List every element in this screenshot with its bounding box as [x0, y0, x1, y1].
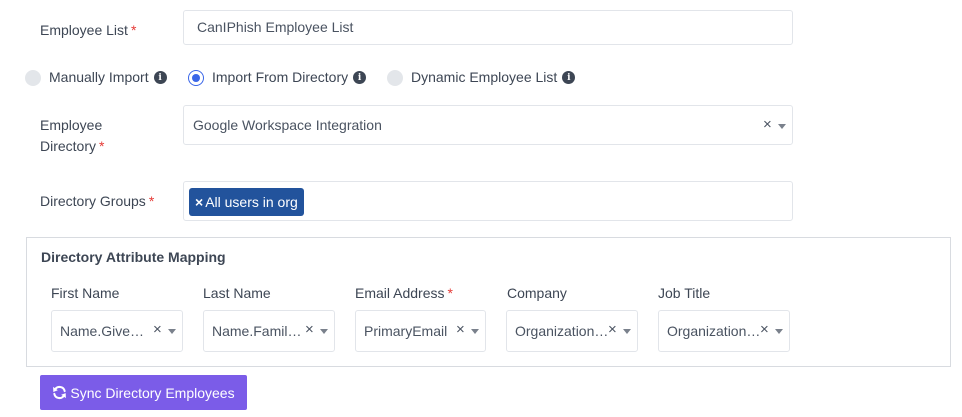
- group-tag: × All users in org: [189, 188, 304, 216]
- employee-directory-label: Employee Directory *: [40, 115, 104, 157]
- required-mark: *: [148, 193, 155, 209]
- email-address-label: Email Address *: [355, 285, 453, 301]
- attribute-mapping-title: Directory Attribute Mapping: [41, 249, 226, 265]
- company-value: Organization.…: [515, 323, 609, 339]
- employee-list-label: Employee List *: [40, 20, 136, 41]
- radio-circle[interactable]: [387, 69, 403, 86]
- required-mark: *: [447, 285, 453, 301]
- chevron-down-icon[interactable]: [623, 329, 631, 334]
- chevron-down-icon[interactable]: [778, 124, 786, 129]
- company-label: Company: [507, 285, 567, 301]
- tag-remove-icon[interactable]: ×: [195, 194, 203, 210]
- radio-label: Dynamic Employee List: [411, 69, 558, 85]
- last-name-value: Name.Family…: [212, 323, 304, 339]
- clear-icon[interactable]: ×: [763, 116, 772, 133]
- required-mark: *: [130, 22, 137, 38]
- last-name-select[interactable]: Name.Family… ×: [203, 310, 335, 352]
- info-icon[interactable]: i: [153, 71, 167, 84]
- radio-dynamic-employee-list[interactable]: Dynamic Employee List i: [387, 67, 576, 88]
- sync-button-label: Sync Directory Employees: [70, 384, 235, 401]
- radio-label: Import From Directory: [212, 69, 349, 85]
- info-icon[interactable]: i: [562, 71, 576, 84]
- tag-label: All users in org: [205, 194, 298, 210]
- radio-circle-selected[interactable]: [188, 69, 204, 86]
- clear-icon[interactable]: ×: [760, 321, 769, 338]
- directory-groups-multiselect[interactable]: × All users in org: [183, 181, 793, 221]
- company-select[interactable]: Organization.… ×: [506, 310, 638, 352]
- employee-directory-select[interactable]: Google Workspace Integration ×: [183, 105, 793, 145]
- chevron-down-icon[interactable]: [775, 329, 783, 334]
- radio-circle[interactable]: [25, 69, 41, 86]
- radio-label: Manually Import: [49, 69, 149, 85]
- last-name-label: Last Name: [203, 285, 271, 301]
- label-line: Directory: [40, 138, 97, 154]
- info-icon[interactable]: i: [353, 71, 367, 84]
- chevron-down-icon[interactable]: [168, 329, 176, 334]
- employee-list-value: CanIPhish Employee List: [197, 19, 354, 35]
- job-title-label: Job Title: [658, 285, 711, 301]
- radio-manually-import[interactable]: Manually Import i: [25, 67, 167, 88]
- sync-directory-employees-button[interactable]: Sync Directory Employees: [40, 375, 247, 410]
- employee-list-label-text: Employee List: [40, 22, 128, 38]
- chevron-down-icon[interactable]: [320, 329, 328, 334]
- clear-icon[interactable]: ×: [456, 321, 465, 338]
- first-name-value: Name.Given…: [60, 323, 150, 339]
- job-title-select[interactable]: Organization.… ×: [658, 310, 790, 352]
- label-line: Employee: [40, 117, 103, 133]
- directory-groups-label-text: Directory Groups: [40, 193, 146, 209]
- chevron-down-icon[interactable]: [471, 329, 479, 334]
- attribute-mapping-panel: Directory Attribute Mapping First Name N…: [26, 237, 951, 367]
- email-address-label-text: Email Address: [355, 285, 445, 301]
- job-title-value: Organization.…: [667, 323, 761, 339]
- email-address-select[interactable]: PrimaryEmail ×: [355, 310, 486, 352]
- first-name-select[interactable]: Name.Given… ×: [51, 310, 183, 352]
- directory-groups-label: Directory Groups *: [40, 191, 154, 212]
- required-mark: *: [99, 138, 105, 154]
- first-name-label: First Name: [51, 285, 120, 301]
- email-address-value: PrimaryEmail: [364, 323, 448, 339]
- clear-icon[interactable]: ×: [608, 321, 617, 338]
- sync-icon: [53, 385, 67, 400]
- clear-icon[interactable]: ×: [305, 321, 314, 338]
- employee-list-input[interactable]: CanIPhish Employee List: [183, 10, 793, 45]
- employee-directory-value: Google Workspace Integration: [193, 117, 382, 133]
- clear-icon[interactable]: ×: [153, 321, 162, 338]
- radio-import-from-directory[interactable]: Import From Directory i: [188, 67, 367, 88]
